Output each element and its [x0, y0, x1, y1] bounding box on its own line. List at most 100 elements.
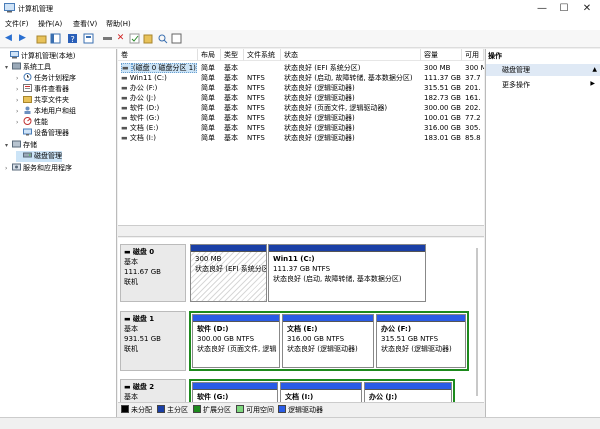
help-icon[interactable]: ?	[67, 33, 78, 44]
actions-header: 操作	[488, 52, 502, 60]
tree-label: 共享文件夹	[34, 96, 69, 104]
partition-size: 315.51 GB NTFS	[381, 335, 439, 343]
disk-name: 磁盘 0	[132, 248, 155, 256]
volume-name: 文档 (E:)	[129, 124, 159, 132]
forward-icon[interactable]: ▶	[17, 33, 28, 44]
disk-view-scrollbar[interactable]	[474, 248, 480, 396]
tools-icon	[12, 62, 21, 70]
tree-node-services-apps[interactable]: › 服务和应用程序	[5, 163, 72, 174]
tree-node-event-viewer[interactable]: › 事件查看器	[16, 84, 69, 95]
users-icon	[24, 106, 31, 114]
menu-action[interactable]: 操作(A)	[38, 19, 62, 29]
column-header-capacity[interactable]: 容量	[421, 49, 462, 61]
table-row[interactable]: ▬ 办公 (J:) 简单 基本 NTFS 状态良好 (逻辑驱动器) 182.73 GB 16…	[118, 93, 484, 103]
disk-1-label[interactable]: ▬ 磁盘 1 基本 931.51 GB 联机	[120, 311, 186, 371]
disk-icon: ▬	[124, 315, 133, 323]
more-actions-link[interactable]: 更多操作	[502, 80, 530, 90]
svg-text:?: ?	[71, 35, 75, 44]
table-cell: 305.	[465, 124, 481, 132]
tree-node-system-tools[interactable]: ▾ 系统工具	[5, 62, 51, 73]
tree-node-computer-management[interactable]: 计算机管理(本地)	[3, 51, 75, 62]
table-cell: 183.01 GB	[424, 134, 461, 142]
check-icon[interactable]	[129, 33, 140, 44]
tree-toggle[interactable]: ▾	[5, 140, 12, 151]
partition-status: 状态良好 (逻辑驱动器)	[287, 345, 358, 353]
clock-icon	[23, 73, 32, 81]
legend-free-space: 可用空间	[236, 405, 274, 415]
disk-0-label[interactable]: ▬ 磁盘 0 基本 111.67 GB 联机	[120, 244, 186, 302]
table-cell: NTFS	[247, 114, 265, 122]
tree-node-task-scheduler[interactable]: › 任务计划程序	[16, 73, 76, 84]
partition-title: 办公 (J:)	[369, 393, 398, 401]
partition-bar	[283, 315, 373, 322]
tree-toggle[interactable]: ›	[5, 163, 12, 174]
actions-section-disk-management[interactable]: 磁盘管理 ▲	[486, 64, 600, 76]
table-row[interactable]: ▬ 文档 (I:) 简单 基本 NTFS 状态良好 (逻辑驱动器) 183.01 GB 85…	[118, 133, 484, 143]
column-header-layout[interactable]: 布局	[198, 49, 221, 61]
tree-node-shared-folders[interactable]: › 共享文件夹	[16, 95, 69, 106]
back-icon[interactable]: ◀	[3, 33, 14, 44]
menu-view[interactable]: 查看(V)	[73, 19, 97, 29]
folder-up-icon[interactable]	[36, 33, 47, 44]
chevron-right-icon[interactable]: ▶	[590, 80, 595, 87]
partition-c[interactable]: Win11 (C:) 111.37 GB NTFS 状态良好 (启动, 故障转储…	[268, 244, 426, 302]
partition-e[interactable]: 文档 (E:) 316.00 GB NTFS 状态良好 (逻辑驱动器)	[282, 314, 374, 368]
legend-unallocated: 未分配	[121, 405, 152, 415]
tree-node-local-users-groups[interactable]: › 本地用户和组	[16, 106, 76, 117]
connect-icon[interactable]	[102, 33, 113, 44]
event-viewer-icon	[23, 84, 32, 92]
window-icon[interactable]	[171, 33, 182, 44]
table-row[interactable]: ▬ (磁盘 0 磁盘分区 1) 简单 基本 状态良好 (EFI 系统分区) 300 MB…	[118, 63, 484, 73]
volume-icon: ▬	[121, 63, 132, 73]
tree-toggle[interactable]: ›	[16, 95, 23, 106]
table-cell: NTFS	[247, 84, 265, 92]
pane-splitter[interactable]	[118, 225, 484, 237]
toolbar: ◀ ▶ ? ✕	[0, 30, 600, 48]
volume-icon: ▬	[121, 104, 130, 112]
tree-toggle[interactable]: ›	[16, 73, 23, 84]
delete-icon[interactable]: ✕	[115, 33, 126, 44]
column-header-free[interactable]: 可用	[462, 49, 484, 61]
close-button[interactable]: ✕	[577, 0, 597, 17]
table-cell: 简单	[201, 84, 215, 92]
partition-title: 软件 (D:)	[197, 325, 229, 333]
computer-icon	[10, 51, 19, 59]
menu-help[interactable]: 帮助(H)	[106, 19, 131, 29]
table-cell: 161.	[465, 94, 481, 102]
tree-toggle[interactable]: ›	[16, 117, 23, 128]
volume-icon: ▬	[121, 114, 130, 122]
tree-node-storage[interactable]: ▾ 存储	[5, 140, 37, 151]
table-cell: 简单	[201, 104, 215, 112]
column-header-volume[interactable]: 卷	[118, 49, 198, 61]
volume-list: 卷 布局 类型 文件系统 状态 容量 可用 ▬ (磁盘 0 磁盘分区 1) 简单基…	[118, 49, 484, 225]
show-hide-tree-icon[interactable]	[50, 33, 61, 44]
collapse-up-icon[interactable]: ▲	[592, 64, 597, 76]
column-header-status[interactable]: 状态	[281, 49, 421, 61]
tree-node-device-manager[interactable]: 设备管理器	[16, 128, 69, 139]
partition-d[interactable]: 软件 (D:) 300.00 GB NTFS 状态良好 (页面文件, 逻辑	[192, 314, 280, 368]
table-row[interactable]: ▬ Win11 (C:) 简单 基本 NTFS 状态良好 (启动, 故障转储, 基本数据…	[118, 73, 484, 83]
window-title: 计算机管理	[18, 5, 53, 13]
tree-toggle[interactable]: ›	[16, 106, 23, 117]
properties-icon[interactable]	[83, 33, 94, 44]
menu-file[interactable]: 文件(F)	[5, 19, 29, 29]
maximize-button[interactable]: ☐	[554, 0, 574, 17]
partition-efi[interactable]: 300 MB 状态良好 (EFI 系统分区)	[190, 244, 267, 302]
table-row[interactable]: ▬ 办公 (F:) 简单 基本 NTFS 状态良好 (逻辑驱动器) 315.51 GB 20…	[118, 83, 484, 93]
tree-toggle[interactable]: ›	[16, 84, 23, 95]
table-row[interactable]: ▬ 软件 (G:) 简单 基本 NTFS 状态良好 (逻辑驱动器) 100.01 GB 77…	[118, 113, 484, 123]
folder-icon[interactable]	[143, 33, 154, 44]
table-cell: 基本	[224, 134, 238, 142]
minimize-button[interactable]: —	[532, 0, 552, 17]
table-row[interactable]: ▬ 软件 (D:) 简单 基本 NTFS 状态良好 (页面文件, 逻辑驱动器) 300.0…	[118, 103, 484, 113]
tree-toggle[interactable]: ▾	[5, 62, 12, 73]
search-icon[interactable]	[157, 33, 168, 44]
table-row[interactable]: ▬ 文档 (E:) 简单 基本 NTFS 状态良好 (逻辑驱动器) 316.00 GB 30…	[118, 123, 484, 133]
column-header-filesystem[interactable]: 文件系统	[244, 49, 281, 61]
table-cell: 100.01 GB	[424, 114, 461, 122]
tree-label: 性能	[34, 118, 48, 126]
partition-f[interactable]: 办公 (F:) 315.51 GB NTFS 状态良好 (逻辑驱动器)	[376, 314, 466, 368]
tree-node-disk-management[interactable]: 磁盘管理	[16, 151, 62, 162]
tree-node-performance[interactable]: › 性能	[16, 117, 48, 128]
column-header-type[interactable]: 类型	[221, 49, 244, 61]
